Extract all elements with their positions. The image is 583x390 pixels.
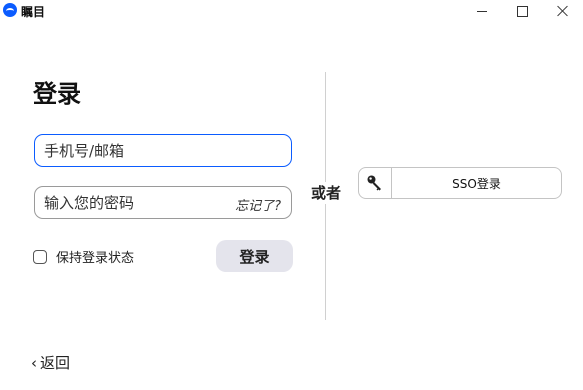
- email-field[interactable]: [35, 135, 291, 166]
- app-logo-icon: [3, 3, 17, 17]
- back-link[interactable]: ‹ 返回: [31, 352, 70, 373]
- remember-me-label: 保持登录状态: [56, 251, 135, 266]
- close-button[interactable]: [541, 0, 583, 22]
- email-field-container: [34, 134, 292, 167]
- sso-login-button[interactable]: SSO登录: [358, 167, 562, 199]
- minimize-button[interactable]: [460, 0, 504, 22]
- or-label: 或者: [306, 182, 346, 204]
- back-label: 返回: [40, 354, 71, 372]
- page-title: 登录: [33, 80, 81, 108]
- key-icon: [359, 168, 392, 198]
- sso-login-label: SSO登录: [452, 177, 501, 191]
- login-button[interactable]: 登录: [216, 240, 293, 272]
- forgot-password-link[interactable]: 忘记了?: [235, 195, 281, 214]
- maximize-icon: [516, 5, 528, 17]
- minimize-icon: [477, 10, 487, 12]
- password-field-container: 忘记了?: [34, 186, 292, 219]
- maximize-button[interactable]: [500, 0, 544, 22]
- title-bar: 瞩目: [0, 0, 583, 22]
- remember-me[interactable]: 保持登录状态: [33, 247, 134, 266]
- chevron-left-icon: ‹: [31, 353, 37, 372]
- close-icon: [557, 5, 569, 17]
- window-title: 瞩目: [21, 5, 46, 19]
- remember-me-checkbox[interactable]: [33, 249, 47, 264]
